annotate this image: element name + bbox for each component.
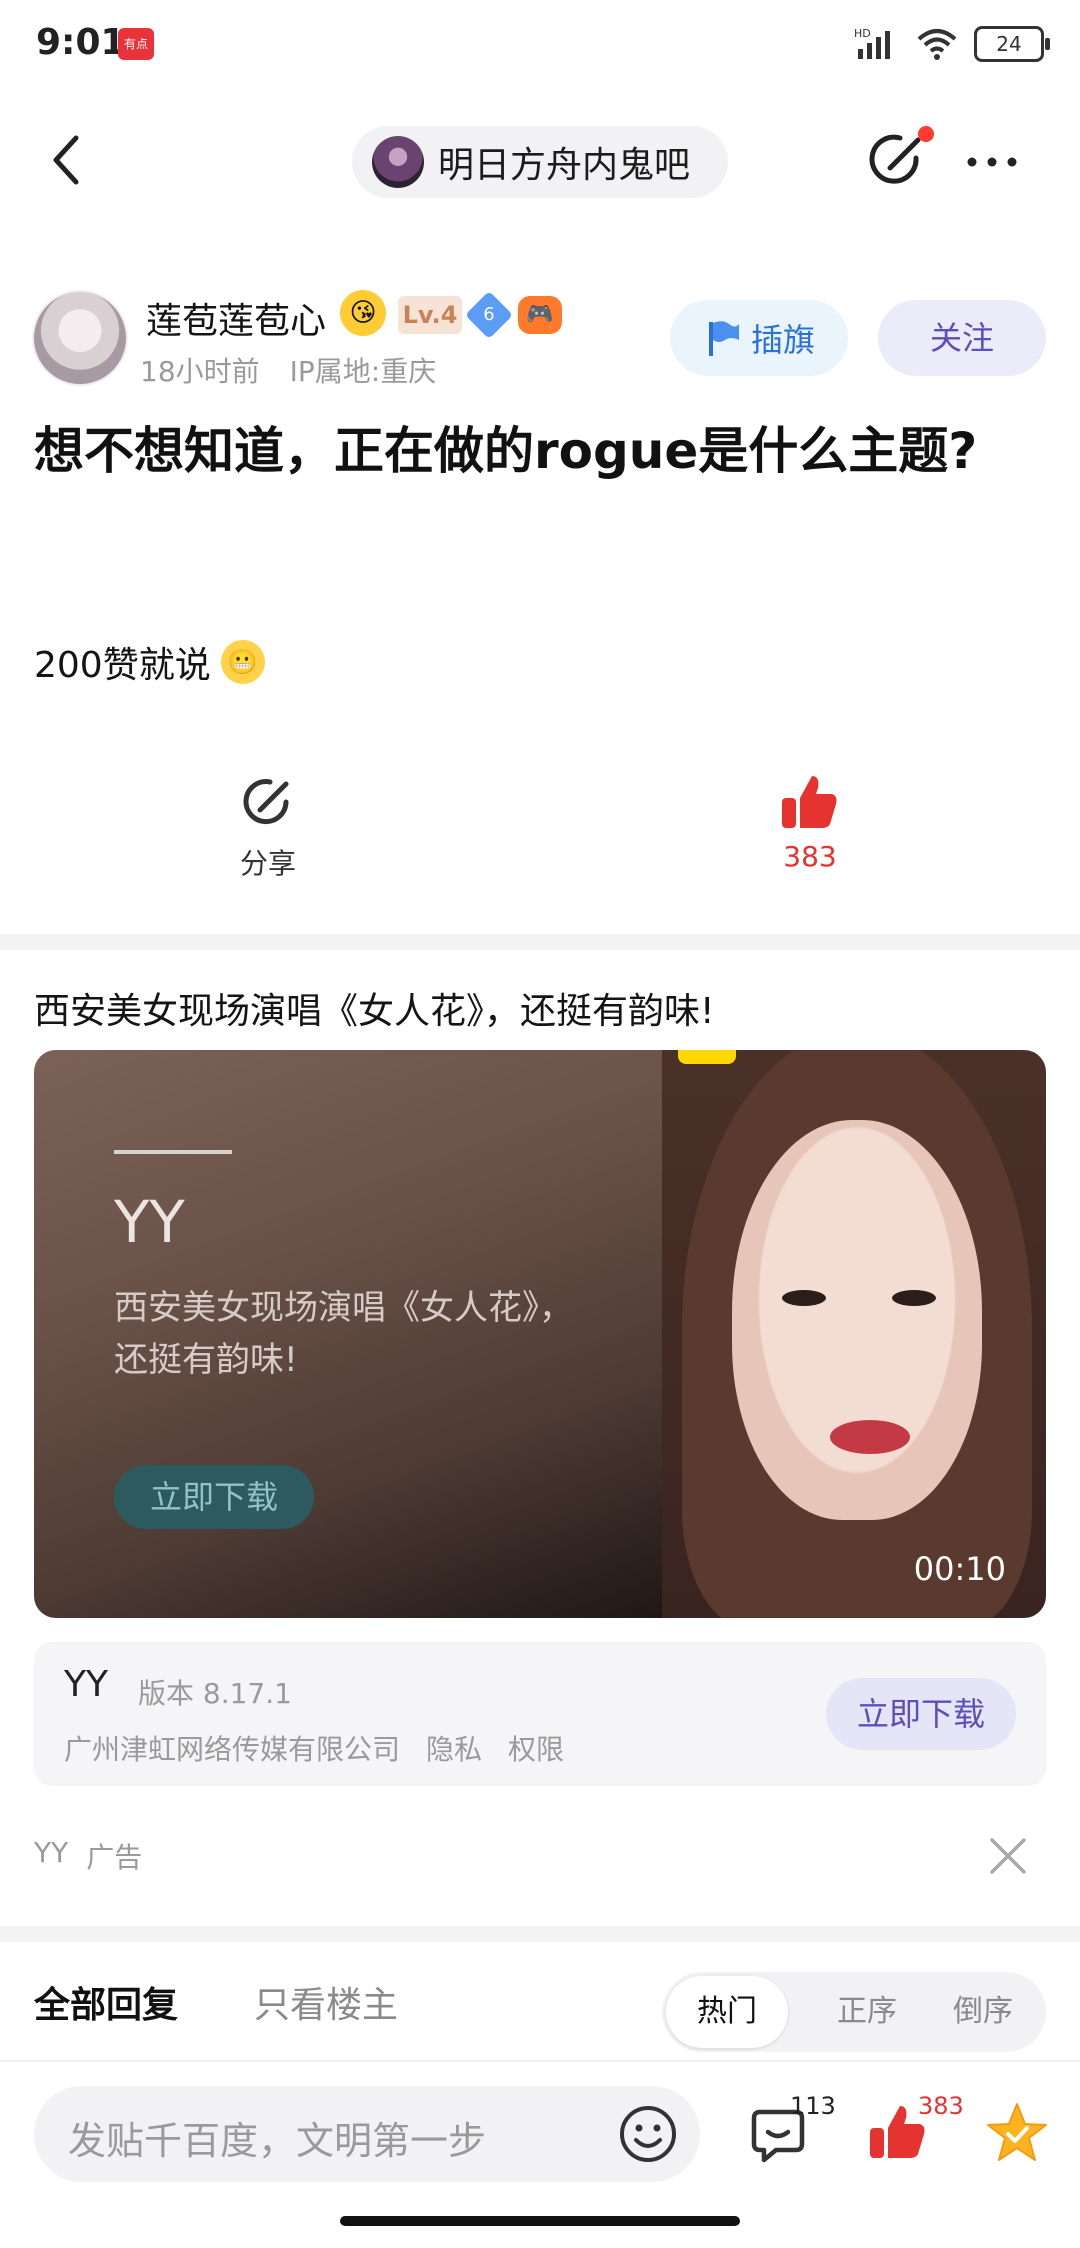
status-icons: HD 24 [854, 26, 1050, 62]
network-label: HD [854, 27, 871, 40]
ad-title[interactable]: 西安美女现场演唱《女人花》，还挺有韵味! [34, 982, 714, 1034]
ad-label: 广告 [86, 1841, 143, 1874]
download-button[interactable]: 立即下载 [826, 1678, 1016, 1750]
reply-input[interactable]: 发贴千百度，文明第一步 [34, 2086, 700, 2182]
app-name: YY [64, 1664, 108, 1705]
share-icon [243, 779, 289, 825]
app-company: 广州津虹网络传媒有限公司 [64, 1733, 401, 1766]
diamond-badge-icon: 6 [464, 290, 514, 340]
post-body: 200赞就说 😬 [34, 636, 265, 688]
emoji-icon[interactable] [618, 2104, 678, 2164]
like-count: 383 [783, 840, 837, 873]
flag-icon [708, 321, 739, 356]
sort-toggle: 热门 正序 倒序 [662, 1972, 1046, 2052]
ad-video-frame: 00:10 [662, 1050, 1046, 1618]
ad-source-name: YY [34, 1836, 69, 1869]
ad-cta-button[interactable]: 立即下载 [114, 1465, 314, 1529]
status-time: 9:01 [36, 22, 126, 63]
ad-source: YY 广告 [34, 1836, 142, 1876]
notification-dot [918, 126, 934, 142]
star-icon[interactable] [984, 2100, 1050, 2166]
app-version: 版本 8.17.1 [138, 1677, 292, 1710]
battery-icon: 24 [974, 26, 1050, 62]
like-count-bottom: 383 [918, 2092, 964, 2120]
ad-banner: YY 西安美女现场演唱《女人花》，还挺有韵味! 立即下载 [34, 1050, 662, 1618]
ad-app-card: YY 版本 8.17.1 广州津虹网络传媒有限公司 隐私 权限 立即下载 [34, 1642, 1046, 1786]
author-avatar[interactable] [32, 290, 128, 386]
kiss-emoji-icon: 😘 [340, 290, 386, 336]
like-button[interactable]: 383 [770, 770, 850, 873]
app-info: 广州津虹网络传媒有限公司 隐私 权限 [64, 1728, 564, 1768]
tab-owner-only[interactable]: 只看楼主 [254, 1976, 398, 2028]
tab-all-replies[interactable]: 全部回复 [34, 1976, 178, 2028]
share-button[interactable]: 分享 [228, 772, 308, 882]
level-badge: Lv.4 [398, 296, 462, 334]
post-title: 想不想知道，正在做的rogue是什么主题? [34, 422, 978, 480]
share-label: 分享 [239, 847, 296, 880]
forum-avatar [372, 136, 424, 188]
flag-label: 插旗 [750, 321, 815, 359]
reply-placeholder: 发贴千百度，文明第一步 [68, 2119, 487, 2163]
close-icon[interactable] [986, 1834, 1030, 1878]
permissions-link[interactable]: 权限 [508, 1728, 564, 1768]
sort-descending[interactable]: 倒序 [928, 1976, 1038, 2048]
post-body-text: 200赞就说 [34, 645, 211, 686]
wifi-icon [917, 29, 957, 60]
author-name[interactable]: 莲苞莲苞心 [146, 292, 326, 344]
gamepad-icon: 🎮 [518, 296, 562, 334]
ad-brand: YY [114, 1188, 185, 1256]
ip-location: IP属地:重庆 [289, 355, 437, 388]
video-tag [678, 1050, 736, 1064]
post-time: 18小时前 [140, 355, 260, 388]
eye-right [892, 1290, 936, 1306]
thumbs-up-icon [782, 776, 837, 828]
comment-count: 113 [790, 2092, 836, 2120]
signal-icon: HD [854, 27, 890, 59]
notification-app-icon: 有点 [118, 28, 154, 60]
lips [830, 1420, 910, 1454]
privacy-link[interactable]: 隐私 [426, 1728, 482, 1768]
bottom-divider [0, 2060, 1080, 2062]
section-divider [0, 1926, 1080, 1942]
ad-description: 西安美女现场演唱《女人花》，还挺有韵味! [114, 1288, 573, 1380]
flag-button[interactable]: 插旗 [670, 300, 848, 376]
ad-video[interactable]: YY 西安美女现场演唱《女人花》，还挺有韵味! 立即下载 00:10 [34, 1050, 1046, 1618]
video-duration: 00:10 [913, 1550, 1006, 1588]
forum-pill[interactable]: 明日方舟内鬼吧 [352, 126, 728, 198]
diamond-level: 6 [483, 304, 495, 325]
back-icon[interactable] [40, 130, 100, 190]
ad-divider-line [114, 1150, 232, 1154]
sort-hot[interactable]: 热门 [666, 1976, 788, 2048]
author-meta: 18小时前 IP属地:重庆 [140, 350, 436, 390]
sort-ascending[interactable]: 正序 [812, 1976, 922, 2048]
more-icon[interactable] [962, 142, 1022, 182]
video-person-face [732, 1120, 982, 1520]
forum-name: 明日方舟内鬼吧 [438, 145, 691, 186]
home-indicator[interactable] [340, 2216, 740, 2226]
grin-emoji-icon: 😬 [220, 640, 265, 684]
eye-left [782, 1290, 826, 1306]
follow-button[interactable]: 关注 [878, 300, 1046, 376]
section-divider [0, 934, 1080, 950]
